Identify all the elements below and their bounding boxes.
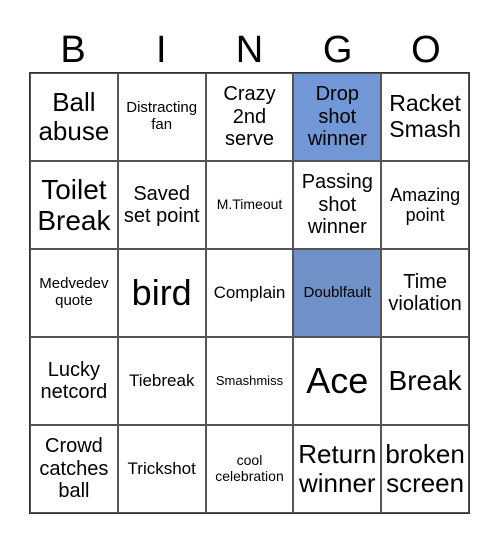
bingo-cell[interactable]: Return winner <box>293 425 382 513</box>
bingo-cell[interactable]: M.Timeout <box>205 161 294 249</box>
bingo-cell[interactable]: Complain <box>205 249 294 337</box>
header-letter-i: I <box>156 29 167 71</box>
bingo-cell[interactable]: Smashmiss <box>205 337 294 425</box>
bingo-cell[interactable]: Trickshot <box>117 425 206 513</box>
bingo-cell[interactable]: Amazing point <box>381 161 469 249</box>
bingo-cell[interactable]: Distracting fan <box>117 73 206 161</box>
bingo-cell[interactable]: Break <box>381 337 469 425</box>
bingo-cell[interactable]: Toilet Break <box>30 161 118 249</box>
bingo-cell[interactable]: Medvedev quote <box>30 249 118 337</box>
bingo-cell[interactable]: Lucky netcord <box>30 337 118 425</box>
header-letter-n: N <box>235 29 264 71</box>
bingo-cell[interactable]: Racket Smash <box>381 73 469 161</box>
header-letter-g: G <box>322 29 353 71</box>
bingo-cell[interactable]: cool celebration <box>205 425 294 513</box>
bingo-cell[interactable]: bird <box>117 249 206 337</box>
header-letter-b: B <box>60 29 86 71</box>
bingo-cell[interactable]: Time violation <box>381 249 469 337</box>
bingo-cell[interactable]: broken screen <box>381 425 469 513</box>
bingo-card-grid: Ball abuse Distracting fan Crazy 2nd ser… <box>29 72 470 514</box>
bingo-cell[interactable]: Tiebreak <box>117 337 206 425</box>
bingo-cell[interactable]: Crowd catches ball <box>30 425 118 513</box>
bingo-cell[interactable]: Crazy 2nd serve <box>205 73 294 161</box>
bingo-cell[interactable]: Ace <box>293 337 382 425</box>
bingo-cell-marked[interactable]: Doublfault <box>293 249 382 337</box>
bingo-header: B I N G O <box>29 28 470 72</box>
bingo-cell[interactable]: Saved set point <box>117 161 206 249</box>
header-letter-o: O <box>411 29 441 71</box>
bingo-cell-marked[interactable]: Drop shot winner <box>293 73 382 161</box>
bingo-cell[interactable]: Ball abuse <box>30 73 118 161</box>
bingo-cell[interactable]: Passing shot winner <box>293 161 382 249</box>
